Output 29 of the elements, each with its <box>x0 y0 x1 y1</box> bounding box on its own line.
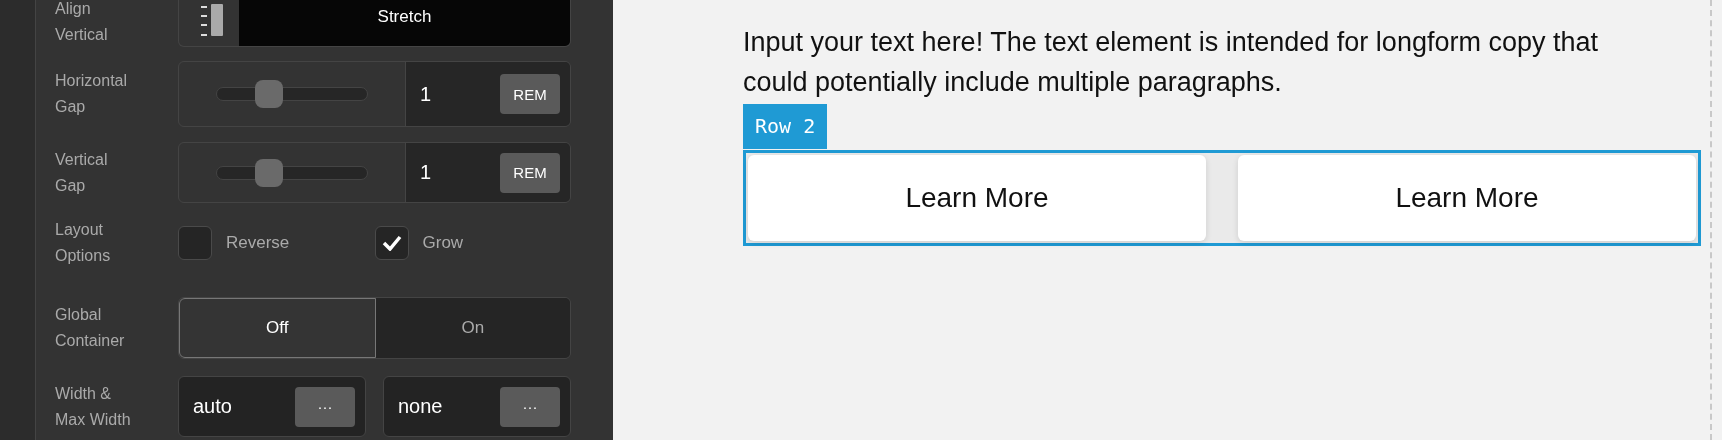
field-label: Width & Max Width <box>55 383 132 430</box>
field-label: Layout Options <box>55 219 112 266</box>
checkbox[interactable] <box>374 225 409 260</box>
input-field[interactable]: auto ··· <box>178 376 366 437</box>
align-stretch-icon <box>201 4 223 38</box>
learn-more-button[interactable]: Learn More <box>748 155 1206 241</box>
more-button[interactable]: ··· <box>500 386 560 427</box>
toggle-option[interactable]: Off <box>179 298 376 358</box>
more-button[interactable]: ··· <box>295 386 355 427</box>
checkbox-label: Grow <box>422 232 464 253</box>
field-label: Vertical Gap <box>55 149 109 196</box>
toggle-option[interactable]: On <box>375 298 570 358</box>
unit-button[interactable]: REM <box>500 152 560 193</box>
gap-value[interactable]: 1 <box>420 161 432 184</box>
align-select[interactable]: Stretch <box>178 0 571 47</box>
checkbox-label: Reverse <box>226 232 290 253</box>
field-label: Global Container <box>55 305 126 351</box>
unit-button[interactable]: REM <box>500 74 560 114</box>
row-badge: Row 2 <box>743 104 828 149</box>
input-field[interactable]: none ··· <box>383 376 571 437</box>
body-text: Input your text here! The text element is intended for longform copy that could potentially include multiple paragraphs. <box>743 26 1599 99</box>
checkbox[interactable] <box>178 225 212 260</box>
gap-value[interactable]: 1 <box>420 82 432 106</box>
learn-more-button[interactable]: Learn More <box>1238 155 1696 241</box>
gap-slider[interactable] <box>216 158 368 187</box>
gap-slider[interactable] <box>216 80 368 108</box>
field-label: Align Vertical <box>55 0 109 45</box>
field-label: Horizontal Gap <box>55 71 129 117</box>
check-icon <box>381 234 402 251</box>
